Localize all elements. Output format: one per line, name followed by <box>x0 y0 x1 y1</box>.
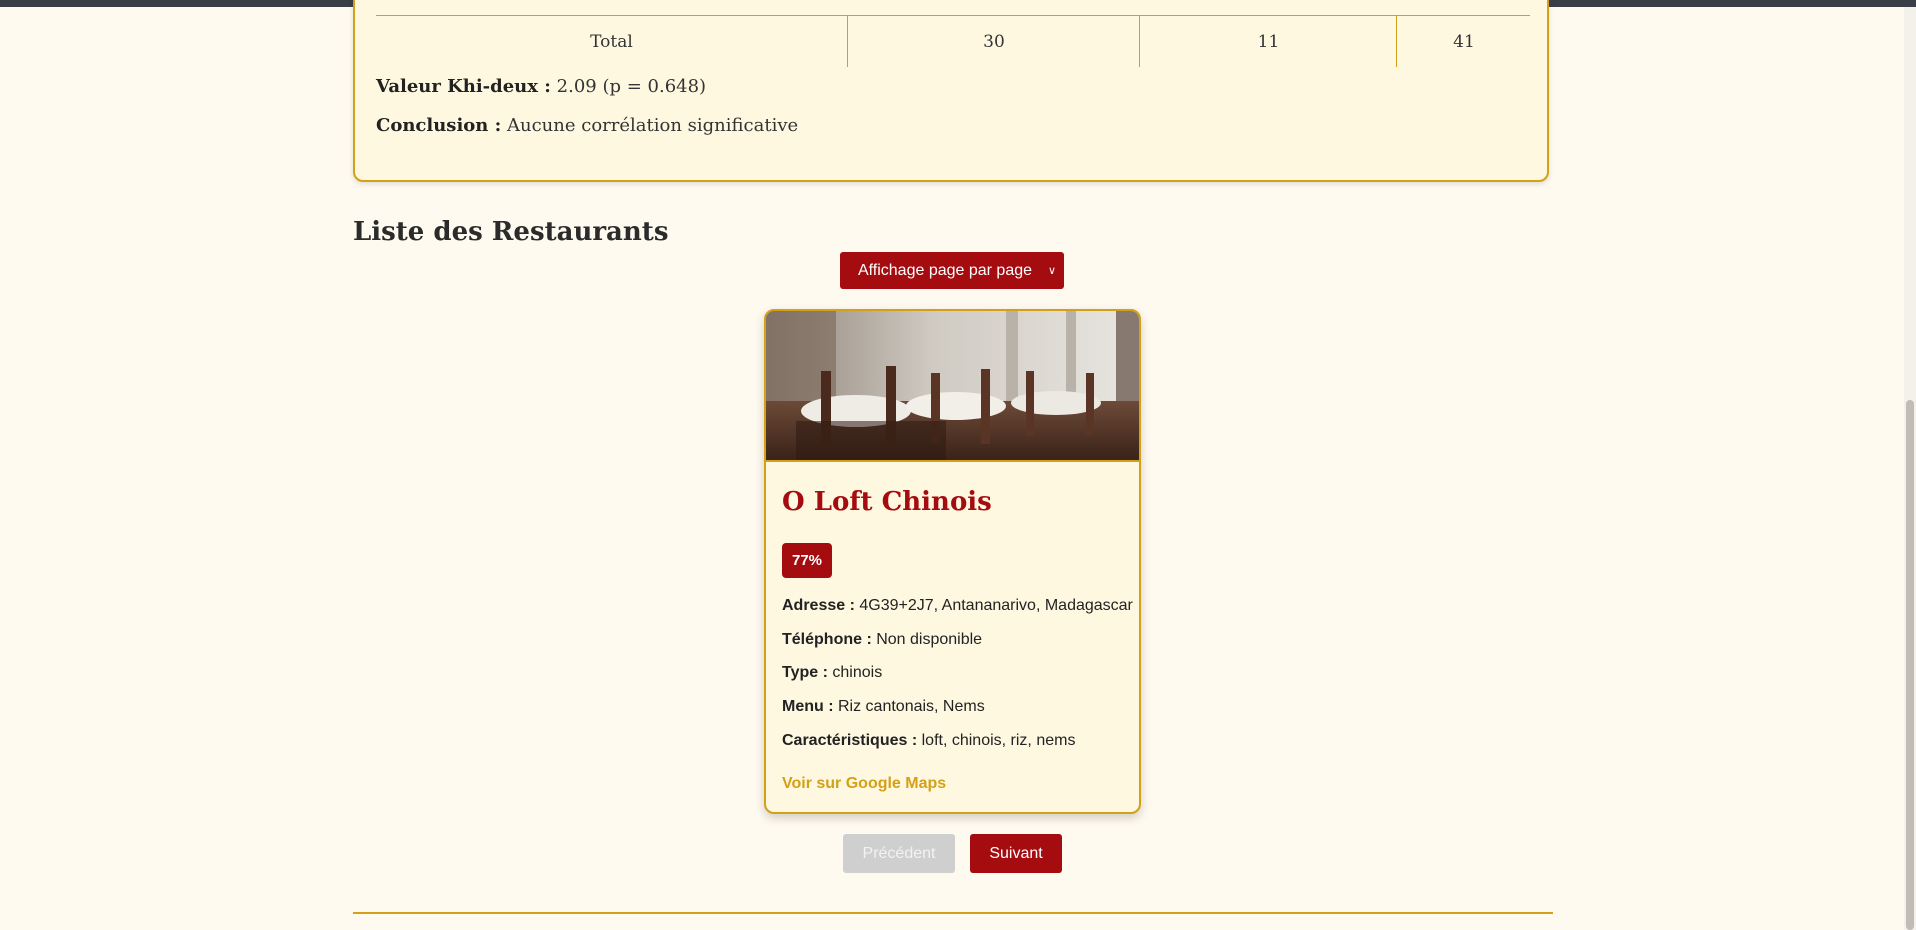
type-line: Type : chinois <box>782 664 882 682</box>
type-value: chinois <box>827 664 883 681</box>
features-label: Caractéristiques : <box>782 732 918 749</box>
khi-deux-line: Valeur Khi-deux : 2.09 (p = 0.648) <box>376 76 706 97</box>
address-label: Adresse : <box>782 597 855 614</box>
google-maps-link[interactable]: Voir sur Google Maps <box>782 775 946 793</box>
display-mode-select[interactable]: Affichage page par page ∨ <box>840 252 1064 289</box>
features-value: loft, chinois, riz, nems <box>917 732 1076 749</box>
features-line: Caractéristiques : loft, chinois, riz, n… <box>782 732 1075 750</box>
conclusion-value: Aucune corrélation significative <box>501 115 799 136</box>
total-cell-col2: 11 <box>1139 16 1397 67</box>
address-line: Adresse : 4G39+2J7, Antananarivo, Madaga… <box>782 597 1133 615</box>
restaurant-card: O Loft Chinois 77% Adresse : 4G39+2J7, A… <box>764 309 1141 814</box>
khi-deux-value: 2.09 (p = 0.648) <box>550 76 707 97</box>
table-total-row: Total 30 11 41 <box>376 15 1530 68</box>
menu-value: Riz cantonais, Nems <box>833 698 985 715</box>
chevron-down-icon: ∨ <box>1047 265 1056 277</box>
section-divider <box>353 912 1553 914</box>
scrollbar-thumb[interactable] <box>1906 400 1914 930</box>
phone-label: Téléphone : <box>782 631 872 648</box>
khi-deux-label: Valeur Khi-deux : <box>376 76 551 97</box>
conclusion-label: Conclusion : <box>376 115 502 136</box>
display-mode-value: Affichage page par page <box>857 261 1033 279</box>
address-value: 4G39+2J7, Antananarivo, Madagascar <box>854 597 1133 614</box>
menu-line: Menu : Riz cantonais, Nems <box>782 698 985 716</box>
conclusion-line: Conclusion : Aucune corrélation signific… <box>376 115 798 136</box>
total-cell-col1: 30 <box>847 16 1140 67</box>
total-label-cell: Total <box>590 31 633 52</box>
total-cell-col3: 41 <box>1396 16 1531 67</box>
score-badge: 77% <box>782 543 832 578</box>
chi-square-stats-panel: Total 30 11 41 Valeur Khi-deux : 2.09 (p… <box>353 0 1549 182</box>
menu-label: Menu : <box>782 698 834 715</box>
restaurant-name: O Loft Chinois <box>782 487 992 517</box>
previous-button[interactable]: Précédent <box>843 834 955 873</box>
type-label: Type : <box>782 664 828 681</box>
phone-line: Téléphone : Non disponible <box>782 631 982 649</box>
restaurant-photo <box>766 311 1139 462</box>
next-button[interactable]: Suivant <box>970 834 1062 873</box>
phone-value: Non disponible <box>871 631 983 648</box>
section-title: Liste des Restaurants <box>353 217 669 247</box>
